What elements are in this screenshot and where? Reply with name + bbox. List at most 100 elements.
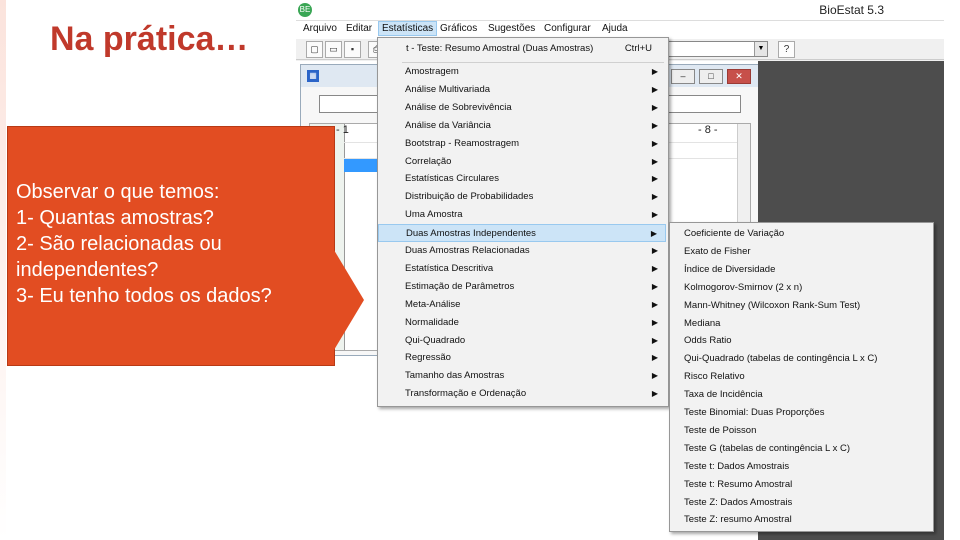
submenu-item-test[interactable]: Taxa de Incidência (670, 386, 931, 404)
chevron-right-icon: ▶ (651, 67, 658, 76)
menu-item-label: Tamanho das Amostras (405, 370, 505, 382)
menu-item-t-test-summary[interactable]: t - Teste: Resumo Amostral (Duas Amostra… (378, 40, 666, 58)
column-header[interactable]: - 1 (336, 124, 349, 140)
menu-item-stat-category[interactable]: Tamanho das Amostras ▶ (378, 367, 666, 385)
submenu-item-test[interactable]: Teste Binomial: Duas Proporções (670, 404, 931, 422)
menu-item-stat-category[interactable]: Estatísticas Circulares ▶ (378, 170, 666, 188)
chevron-right-icon: ▶ (651, 389, 658, 399)
submenu-item-test[interactable]: Teste t: Dados Amostrais (670, 458, 931, 476)
submenu-item-test[interactable]: Índice de Diversidade (670, 261, 931, 279)
submenu-item-test[interactable]: Teste de Poisson (670, 422, 931, 440)
chevron-right-icon: ▶ (650, 229, 657, 239)
submenu-item-test[interactable]: Mann-Whitney (Wilcoxon Rank-Sum Test) (670, 297, 931, 315)
submenu-item-test[interactable]: Teste t: Resumo Amostral (670, 476, 931, 494)
submenu-item-test[interactable]: Mediana (670, 315, 931, 333)
duas-amostras-submenu: Coeficiente de Variação Exato de Fisher Ín… (669, 222, 934, 532)
menu-item-stat-category[interactable]: Bootstrap - Reamostragem ▶ (378, 135, 666, 153)
submenu-item-test[interactable]: Kolmogorov-Smirnov (2 x n) (670, 279, 931, 297)
help-question-icon[interactable]: ? (778, 41, 795, 58)
chevron-right-icon: ▶ (651, 102, 658, 112)
open-folder-icon[interactable]: ▭ (325, 41, 342, 58)
menu-item-label: t - Teste: Resumo Amostral (Duas Amostra… (406, 43, 594, 54)
submenu-item-test[interactable]: Risco Relativo (670, 368, 931, 386)
new-file-icon[interactable]: ▢ (306, 41, 323, 58)
menu-item-stat-category[interactable]: Análise Multivariada ▶ (378, 81, 666, 99)
menu-item-stat-category[interactable]: Transformação e Ordenação ▶ (378, 385, 666, 403)
menu-item-label: Análise de Sobrevivência (405, 101, 512, 113)
submenu-item-test[interactable]: Coeficiente de Variação (670, 225, 931, 243)
menu-item-label: Análise Multivariada (405, 83, 491, 95)
chevron-down-icon[interactable]: ▼ (754, 42, 767, 56)
slide-decoration (0, 0, 6, 540)
window-titlebar: BE BioEstat 5.3 (296, 0, 944, 21)
menu-item-stat-category[interactable]: Duas Amostras Relacionadas ▶ (378, 242, 666, 260)
menu-item-stat-category[interactable]: Estatística Descritiva ▶ (378, 260, 666, 278)
menu-item-label: Duas Amostras Independentes (406, 228, 536, 240)
minimize-icon[interactable]: – (671, 69, 695, 84)
chevron-right-icon: ▶ (651, 317, 658, 327)
chevron-right-icon: ▶ (651, 335, 658, 345)
menu-graficos[interactable]: Gráficos (437, 23, 480, 34)
chevron-right-icon: ▶ (651, 156, 658, 166)
menu-item-stat-category[interactable]: Qui-Quadrado ▶ (378, 332, 666, 350)
menu-item-label: Transformação e Ordenação (405, 388, 527, 400)
menu-item-label: Estatísticas Circulares (405, 173, 499, 185)
menu-editar[interactable]: Editar (343, 23, 375, 34)
menu-sugestoes[interactable]: Sugestões (485, 23, 538, 34)
column-header[interactable]: - 8 - (698, 124, 718, 140)
menu-estatisticas[interactable]: Estatísticas (378, 21, 438, 36)
submenu-item-test[interactable]: Teste G (tabelas de contingência L x C) (670, 440, 931, 458)
submenu-item-test[interactable]: Odds Ratio (670, 332, 931, 350)
maximize-icon[interactable]: □ (699, 69, 723, 84)
submenu-item-test[interactable]: Teste Z: Dados Amostrais (670, 494, 931, 512)
submenu-item-test[interactable]: Qui-Quadrado (tabelas de contingência L … (670, 350, 931, 368)
chevron-right-icon: ▶ (651, 84, 658, 94)
menu-arquivo[interactable]: Arquivo (300, 23, 340, 34)
menu-item-stat-category[interactable]: Correlação ▶ (378, 153, 666, 171)
submenu-item-test[interactable]: Exato de Fisher (670, 243, 931, 261)
spreadsheet-icon: ▦ (307, 70, 319, 82)
menu-item-label: Duas Amostras Relacionadas (405, 245, 530, 256)
menu-item-stat-category[interactable]: Regressão ▶ (378, 349, 666, 367)
toolbar-combo[interactable]: e ▼ (656, 41, 768, 57)
chevron-right-icon: ▶ (651, 353, 658, 363)
submenu-item-test[interactable]: Teste Z: resumo Amostral (670, 511, 931, 529)
chevron-right-icon: ▶ (651, 281, 658, 291)
callout-box: Observar o que temos: 1- Quantas amostra… (7, 126, 335, 366)
chevron-right-icon: ▶ (651, 192, 658, 202)
chevron-right-icon: ▶ (651, 263, 658, 273)
menu-item-label: Distribuição de Probabilidades (405, 191, 534, 203)
chevron-right-icon: ▶ (651, 138, 658, 148)
shortcut-label: Ctrl+U (624, 43, 652, 54)
menu-item-label: Análise da Variância (405, 119, 491, 131)
window-title: BioEstat 5.3 (819, 3, 884, 17)
menu-item-stat-category[interactable]: Distribuição de Probabilidades ▶ (378, 188, 666, 206)
menu-item-label: Estatística Descritiva (405, 262, 494, 274)
chevron-right-icon: ▶ (651, 210, 658, 220)
menu-configurar[interactable]: Configurar (541, 23, 594, 34)
menu-item-stat-category[interactable]: Normalidade ▶ (378, 314, 666, 332)
menu-item-label: Bootstrap - Reamostragem (405, 137, 520, 149)
chevron-right-icon: ▶ (651, 246, 658, 255)
estatisticas-dropdown: t - Teste: Resumo Amostral (Duas Amostra… (377, 37, 669, 407)
menu-item-label: Uma Amostra (405, 209, 463, 221)
menu-item-stat-category[interactable]: Análise de Sobrevivência ▶ (378, 99, 666, 117)
chevron-right-icon: ▶ (651, 371, 658, 381)
chevron-right-icon: ▶ (651, 120, 658, 130)
callout-text: Observar o que temos: 1- Quantas amostra… (16, 181, 272, 307)
menu-item-label: Estimação de Parâmetros (405, 280, 515, 292)
slide-title: Na prática… (50, 20, 249, 58)
menu-item-stat-category[interactable]: Meta-Análise ▶ (378, 296, 666, 314)
menu-item-stat-category[interactable]: Duas Amostras Independentes ▶ (378, 224, 666, 243)
menu-ajuda[interactable]: Ajuda (599, 23, 631, 34)
menu-item-stat-category[interactable]: Estimação de Parâmetros ▶ (378, 278, 666, 296)
close-icon[interactable]: ✕ (727, 69, 751, 84)
app-logo-icon: BE (298, 3, 312, 17)
save-icon[interactable]: ▪ (344, 41, 361, 58)
menu-item-label: Normalidade (405, 316, 459, 328)
menu-item-stat-category[interactable]: Amostragem ▶ (378, 63, 666, 81)
menu-item-stat-category[interactable]: Uma Amostra ▶ (378, 206, 666, 224)
menu-item-label: Correlação (405, 155, 452, 167)
callout-pointer (334, 250, 364, 350)
menu-item-stat-category[interactable]: Análise da Variância ▶ (378, 117, 666, 135)
